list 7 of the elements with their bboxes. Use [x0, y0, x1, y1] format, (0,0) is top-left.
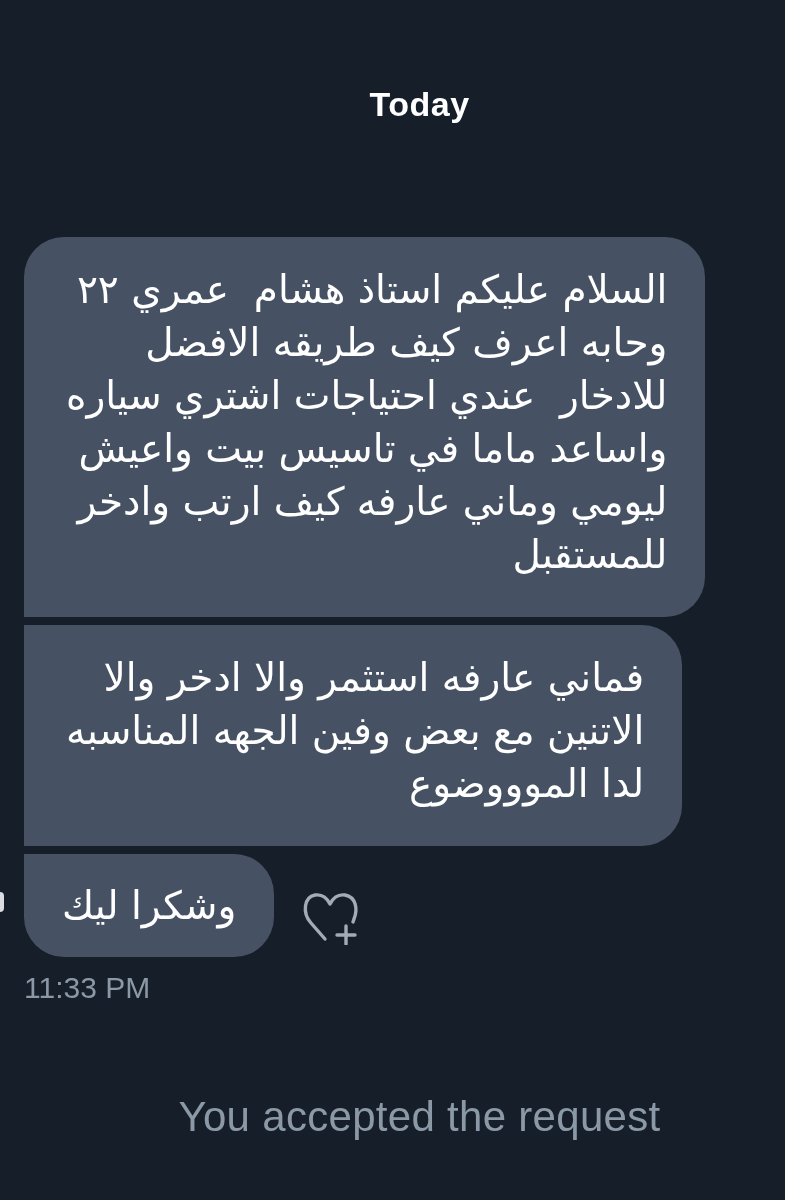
- avatar-edge-icon: [0, 891, 4, 912]
- request-accepted-notice: You accepted the request: [178, 1093, 661, 1141]
- message-timestamp: 11:33 PM: [24, 971, 151, 1005]
- message-bubble: السلام عليكم استاذ هشام عمري ٢٢ وحابه اعرف كيف طريقه الافضل للادخار عندي احتياجات اشتري سياره واساعد ماما في تاسيس بيت واعيش ليومي وماني عارفه كيف ارتب وادخر للمستقبل: [24, 237, 706, 617]
- date-header: Today: [369, 84, 470, 124]
- message-bubble: فماني عارفه استثمر والا ادخر والا الاتنين مع بعض وفين الجهه المناسبه لدا الموووضوع: [24, 625, 683, 846]
- message-bubble: وشكرا ليك: [24, 854, 275, 957]
